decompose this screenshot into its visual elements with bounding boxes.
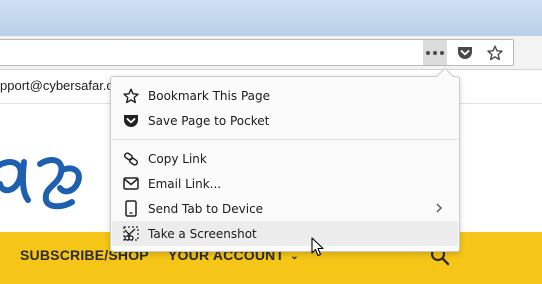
menu-item-label: Email Link... <box>148 176 222 191</box>
site-logo[interactable] <box>0 148 90 218</box>
menu-item-copy-link[interactable]: Copy Link <box>112 146 458 171</box>
logo-mark <box>0 157 82 210</box>
star-icon <box>122 87 140 105</box>
menu-item-email-link[interactable]: Email Link... <box>112 171 458 196</box>
star-icon <box>487 45 503 60</box>
dots-icon <box>426 50 444 55</box>
link-icon <box>122 150 140 168</box>
menu-item-save-to-pocket[interactable]: Save Page to Pocket <box>112 108 458 133</box>
menu-item-label: Take a Screenshot <box>148 226 257 241</box>
chevron-right-icon <box>436 203 442 213</box>
scissors-icon <box>122 225 140 243</box>
browser-toolbar <box>0 36 542 70</box>
chevron-down-icon: ⌄ <box>290 251 299 262</box>
page-actions-panel: Bookmark This Page Save Page to Pocket C… <box>110 67 460 252</box>
menu-item-label: Save Page to Pocket <box>148 113 270 128</box>
menu-item-send-tab[interactable]: Send Tab to Device <box>112 196 458 221</box>
menu-item-label: Copy Link <box>148 151 207 166</box>
mouse-cursor-icon <box>311 237 324 257</box>
bookmark-star-button[interactable] <box>483 40 507 65</box>
menu-item-take-screenshot[interactable]: Take a Screenshot <box>112 221 458 246</box>
page-actions-button[interactable] <box>423 40 447 65</box>
window-titlebar <box>0 0 542 36</box>
contact-email[interactable]: pport@cybersafar.c <box>0 78 113 93</box>
pocket-icon <box>458 46 472 59</box>
pocket-button[interactable] <box>453 40 477 65</box>
page-actions <box>423 40 507 65</box>
device-icon <box>122 200 140 218</box>
menu-item-label: Send Tab to Device <box>148 201 264 216</box>
envelope-icon <box>122 175 140 193</box>
url-bar[interactable] <box>0 39 514 66</box>
menu-item-label: Bookmark This Page <box>148 88 270 103</box>
pocket-icon <box>122 112 140 130</box>
menu-separator <box>112 139 458 140</box>
menu-item-bookmark-page[interactable]: Bookmark This Page <box>112 83 458 108</box>
